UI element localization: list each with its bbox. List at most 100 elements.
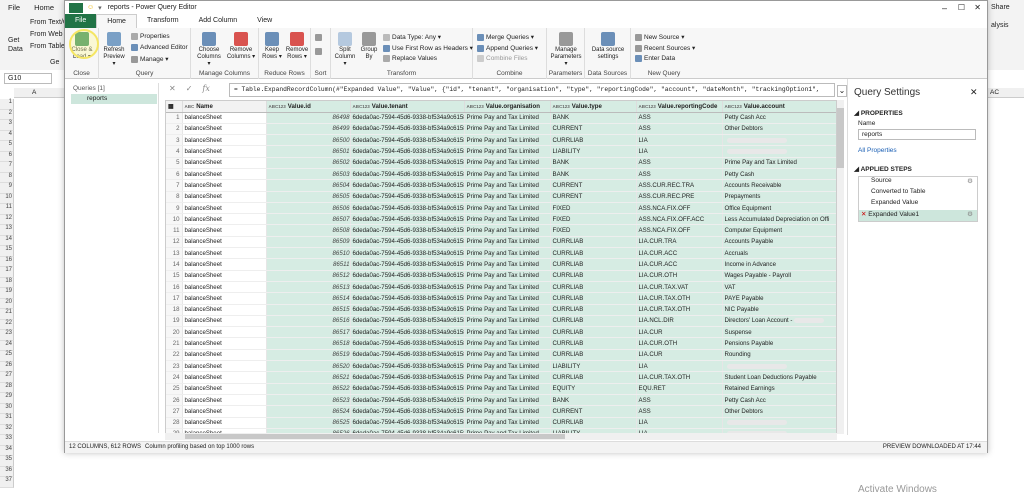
table-cell[interactable]: 86512 [266, 270, 351, 282]
enter-data-button[interactable]: Enter Data [635, 55, 675, 62]
row-index[interactable]: 22 [166, 349, 183, 362]
row-index[interactable]: 20 [166, 326, 183, 339]
table-row[interactable]: 18 balanceSheet 86515 6deda0ac-7594-45d6-93… [166, 304, 836, 316]
table-cell[interactable]: 6deda0ac-7594-45d6-9338-bf534a9c6158 [350, 247, 465, 260]
table-cell[interactable]: 6deda0ac-7594-45d6-9338-bf534a9c6158 [350, 123, 465, 136]
row-index[interactable]: 4 [166, 145, 183, 158]
column-header-value-type[interactable]: ABC123 Value.type [550, 101, 637, 113]
excel-row-number[interactable]: 36 [0, 466, 14, 477]
data-preview-grid[interactable]: ▦ ABC Name ABC123 Value.id ABC123 Value.ten… [165, 100, 837, 434]
column-header-value-account[interactable]: ABC123 Value.account [722, 101, 836, 113]
row-index[interactable]: 16 [166, 281, 183, 294]
formula-expand-icon[interactable]: ⌄ [837, 85, 847, 97]
table-cell[interactable]: CURRENT [550, 405, 637, 418]
table-cell[interactable]: CURRLIAB [550, 349, 637, 362]
table-cell[interactable]: ASS.NCA.FIX.OFF [636, 224, 723, 237]
table-cell[interactable]: balanceSheet [182, 168, 267, 181]
table-cell[interactable]: CURRLIAB [550, 292, 637, 305]
table-cell[interactable]: ASS [636, 394, 723, 407]
table-cell[interactable]: Suspense [722, 326, 836, 339]
sort-descending-button[interactable] [315, 48, 322, 55]
excel-row-number[interactable]: 35 [0, 456, 14, 467]
query-name-input[interactable]: reports [858, 129, 976, 140]
keep-rows-button[interactable]: Keep Rows ▾ [261, 32, 283, 61]
row-index[interactable]: 28 [166, 417, 183, 429]
table-cell[interactable]: Accounts Payable [722, 236, 836, 249]
table-cell[interactable]: 86515 [266, 304, 351, 316]
excel-row-number[interactable]: 34 [0, 445, 14, 456]
table-cell[interactable]: ASS.CUR.REC.TRA [636, 179, 723, 192]
table-cell[interactable]: 6deda0ac-7594-45d6-9338-bf534a9c6158 [350, 112, 465, 124]
table-cell[interactable]: CURRLIAB [550, 337, 637, 350]
row-index[interactable]: 9 [166, 202, 183, 215]
excel-row-number[interactable]: 20 [0, 298, 14, 309]
maximize-icon[interactable]: ☐ [958, 3, 965, 12]
table-cell[interactable]: balanceSheet [182, 112, 267, 124]
table-cell[interactable]: LIA.CUR.TAX.VAT [636, 281, 723, 294]
excel-share-button[interactable]: Share [991, 4, 1010, 11]
table-cell[interactable]: 86503 [266, 168, 351, 181]
table-cell[interactable]: 86519 [266, 349, 351, 362]
table-cell[interactable]: CURRLIAB [550, 304, 637, 316]
excel-row-number[interactable]: 8 [0, 172, 14, 183]
split-column-button[interactable]: Split Column ▾ [333, 32, 357, 68]
row-index[interactable]: 15 [166, 270, 183, 282]
column-header-value-tenant[interactable]: ABC123 Value.tenant [350, 101, 465, 113]
table-cell[interactable]: balanceSheet [182, 315, 267, 328]
table-cell[interactable]: 6deda0ac-7594-45d6-9338-bf534a9c6158 [350, 337, 465, 350]
excel-get-data-button[interactable]: Get Data [8, 36, 28, 54]
table-cell[interactable]: FIXED [550, 213, 637, 226]
combine-files-button[interactable]: Combine Files [477, 55, 528, 62]
row-index[interactable]: 17 [166, 292, 183, 305]
row-index[interactable]: 11 [166, 224, 183, 237]
table-cell[interactable]: EQUITY [550, 383, 637, 395]
table-cell[interactable]: 6deda0ac-7594-45d6-9338-bf534a9c6158 [350, 191, 465, 203]
table-cell[interactable]: Prime Pay and Tax Limited [464, 405, 551, 418]
excel-row-number[interactable]: 33 [0, 435, 14, 446]
table-cell[interactable]: 6deda0ac-7594-45d6-9338-bf534a9c6158 [350, 315, 465, 328]
table-cell[interactable]: 86504 [266, 179, 351, 192]
excel-tab-file[interactable]: File [8, 3, 20, 12]
table-cell[interactable]: 6deda0ac-7594-45d6-9338-bf534a9c6158 [350, 224, 465, 237]
table-cell[interactable]: 86513 [266, 281, 351, 294]
excel-row-number[interactable]: 31 [0, 414, 14, 425]
excel-row-number[interactable]: 1 [0, 99, 14, 110]
table-cell[interactable]: CURRLIAB [550, 417, 637, 429]
table-cell[interactable]: 6deda0ac-7594-45d6-9338-bf534a9c6158 [350, 145, 465, 158]
row-index[interactable]: 21 [166, 337, 183, 350]
table-cell[interactable]: 86517 [266, 326, 351, 339]
table-cell[interactable]: balanceSheet [182, 258, 267, 271]
table-cell[interactable]: balanceSheet [182, 191, 267, 203]
table-row[interactable]: 9 balanceSheet 86506 6deda0ac-7594-45d6-933… [166, 202, 836, 215]
row-index[interactable]: 10 [166, 213, 183, 226]
table-cell[interactable]: 86506 [266, 202, 351, 215]
table-cell[interactable]: balanceSheet [182, 326, 267, 339]
table-cell[interactable]: Prime Pay and Tax Limited [464, 123, 551, 136]
table-cell[interactable]: CURRLIAB [550, 371, 637, 384]
smiley-icon[interactable]: ☺ [87, 4, 94, 11]
table-cell[interactable]: CURRLIAB [550, 281, 637, 294]
table-cell[interactable]: Wages Payable - Payroll [722, 270, 836, 282]
table-cell[interactable]: 86511 [266, 258, 351, 271]
row-index[interactable]: 5 [166, 157, 183, 169]
table-cell[interactable]: ASS.NCA.FIX.OFF.ACC [636, 213, 723, 226]
table-cell[interactable]: BANK [550, 394, 637, 407]
excel-row-number[interactable]: 12 [0, 214, 14, 225]
table-cell[interactable]: CURRLIAB [550, 326, 637, 339]
table-cell[interactable]: Prime Pay and Tax Limited [464, 224, 551, 237]
table-row[interactable]: 24 balanceSheet 86521 6deda0ac-7594-45d6-93… [166, 371, 836, 384]
table-cell[interactable]: Prime Pay and Tax Limited [722, 157, 836, 169]
table-cell[interactable]: 6deda0ac-7594-45d6-9338-bf534a9c6158 [350, 202, 465, 215]
new-source-button[interactable]: New Source ▾ [635, 33, 684, 41]
table-cell[interactable]: 6deda0ac-7594-45d6-9338-bf534a9c6158 [350, 134, 465, 147]
table-row[interactable]: 5 balanceSheet 86502 6deda0ac-7594-45d6-933… [166, 157, 836, 169]
excel-row-number[interactable]: 16 [0, 256, 14, 267]
data-type-button[interactable]: Data Type: Any ▾ [383, 33, 441, 41]
table-cell[interactable]: BANK [550, 112, 637, 124]
table-cell[interactable]: LIA.CUR [636, 349, 723, 362]
advanced-editor-button[interactable]: Advanced Editor [131, 44, 188, 51]
table-cell[interactable]: ASS.NCA.FIX.OFF [636, 202, 723, 215]
table-cell[interactable]: FIXED [550, 224, 637, 237]
row-index[interactable]: 18 [166, 304, 183, 316]
row-index[interactable]: 2 [166, 123, 183, 136]
